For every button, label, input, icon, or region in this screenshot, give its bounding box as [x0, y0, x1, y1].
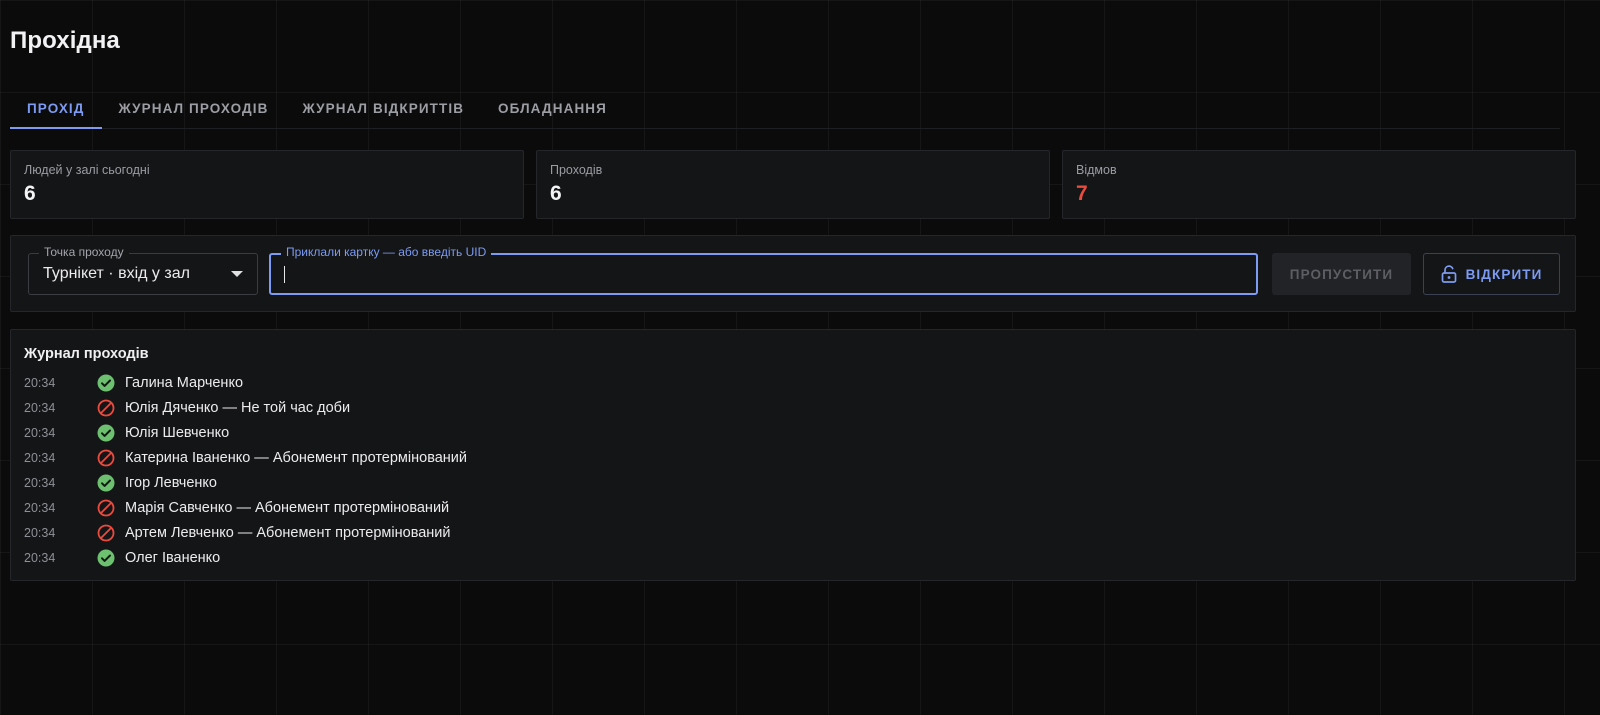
- denied-icon: [97, 524, 115, 542]
- denied-icon: [97, 449, 115, 467]
- uid-input[interactable]: [283, 255, 1243, 293]
- denied-icon: [97, 499, 115, 517]
- log-entry: 20:34 Юлія Шевченко: [24, 420, 1562, 445]
- log-entry-time: 20:34: [24, 500, 56, 515]
- tab-equipment[interactable]: ОБЛАДНАННЯ: [481, 88, 624, 128]
- log-entry: 20:34 Олег Іваненко: [24, 545, 1562, 570]
- log-entry-time: 20:34: [24, 525, 56, 540]
- caret-down-icon: [231, 271, 243, 277]
- text-cursor: [284, 266, 285, 283]
- stat-value: 6: [24, 182, 36, 205]
- log-entry: 20:34 Юлія Дяченко — Не той час доби: [24, 395, 1562, 420]
- page-title: Прохідна: [10, 27, 120, 54]
- stats-row: Людей у залі сьогодні 6 Проходів 6 Відмо…: [10, 150, 1576, 219]
- pass-log-panel: Журнал проходів 20:34 Галина Марченко 20:3…: [10, 329, 1576, 581]
- log-entry-text: Галина Марченко: [125, 374, 244, 391]
- log-entry-time: 20:34: [24, 475, 56, 490]
- open-button-label: ВІДКРИТИ: [1465, 266, 1543, 282]
- stat-value: 6: [550, 182, 562, 205]
- log-entry-time: 20:34: [24, 550, 56, 565]
- log-entry-time: 20:34: [24, 425, 56, 440]
- stat-label: Людей у залі сьогодні: [24, 163, 150, 177]
- tab-pass[interactable]: ПРОХІД: [10, 88, 102, 129]
- uid-field[interactable]: Приклали картку — або введіть UID: [269, 245, 1258, 295]
- log-entry: 20:34 Ігор Левченко: [24, 470, 1562, 495]
- log-entry: 20:34 Катерина Іваненко — Абонемент проте…: [24, 445, 1562, 470]
- unlock-icon: [1441, 265, 1456, 283]
- tab-pass-log[interactable]: ЖУРНАЛ ПРОХОДІВ: [102, 88, 286, 128]
- check-circle-icon: [97, 474, 115, 492]
- log-entry-time: 20:34: [24, 400, 56, 415]
- open-button[interactable]: ВІДКРИТИ: [1423, 253, 1560, 295]
- log-entry: 20:34 Марія Савченко — Абонемент протермі…: [24, 495, 1562, 520]
- check-circle-icon: [97, 374, 115, 392]
- access-point-value: Турнікет · вхід у зал: [43, 265, 190, 282]
- log-entry-time: 20:34: [24, 375, 56, 390]
- stat-label: Відмов: [1076, 163, 1117, 177]
- stat-denials: Відмов 7: [1062, 150, 1576, 219]
- log-list: 20:34 Галина Марченко 20:34 Юлія Дяченко — …: [24, 370, 1562, 570]
- log-entry-text: Олег Іваненко: [125, 549, 221, 566]
- log-entry-text: Артем Левченко — Абонемент протермінован…: [125, 524, 451, 541]
- log-heading: Журнал проходів: [24, 346, 149, 362]
- app-page: Прохідна ПРОХІД ЖУРНАЛ ПРОХОДІВ ЖУРНАЛ В…: [0, 0, 1600, 715]
- tab-bar: ПРОХІД ЖУРНАЛ ПРОХОДІВ ЖУРНАЛ ВІДКРИТТІВ…: [10, 88, 1560, 129]
- log-entry-text: Юлія Дяченко — Не той час доби: [125, 399, 351, 416]
- log-entry: 20:34 Галина Марченко: [24, 370, 1562, 395]
- stat-passes: Проходів 6: [536, 150, 1050, 219]
- stat-people-today: Людей у залі сьогодні 6: [10, 150, 524, 219]
- log-entry-text: Ігор Левченко: [125, 474, 217, 491]
- tab-open-log[interactable]: ЖУРНАЛ ВІДКРИТТІВ: [285, 88, 481, 128]
- stat-label: Проходів: [550, 163, 603, 177]
- access-point-label: Точка проходу: [39, 245, 129, 259]
- log-entry-text: Катерина Іваненко — Абонемент протерміно…: [125, 449, 468, 466]
- denied-icon: [97, 399, 115, 417]
- pass-controls: Точка проходу Турнікет · вхід у зал Прик…: [10, 235, 1576, 312]
- stat-value: 7: [1076, 182, 1088, 205]
- access-point-select[interactable]: Точка проходу Турнікет · вхід у зал: [28, 245, 258, 295]
- log-entry-text: Марія Савченко — Абонемент протермінован…: [125, 499, 450, 516]
- log-entry: 20:34 Артем Левченко — Абонемент протермі…: [24, 520, 1562, 545]
- check-circle-icon: [97, 549, 115, 567]
- check-circle-icon: [97, 424, 115, 442]
- log-entry-text: Юлія Шевченко: [125, 424, 230, 441]
- log-entry-time: 20:34: [24, 450, 56, 465]
- pass-button[interactable]: ПРОПУСТИТИ: [1272, 253, 1411, 295]
